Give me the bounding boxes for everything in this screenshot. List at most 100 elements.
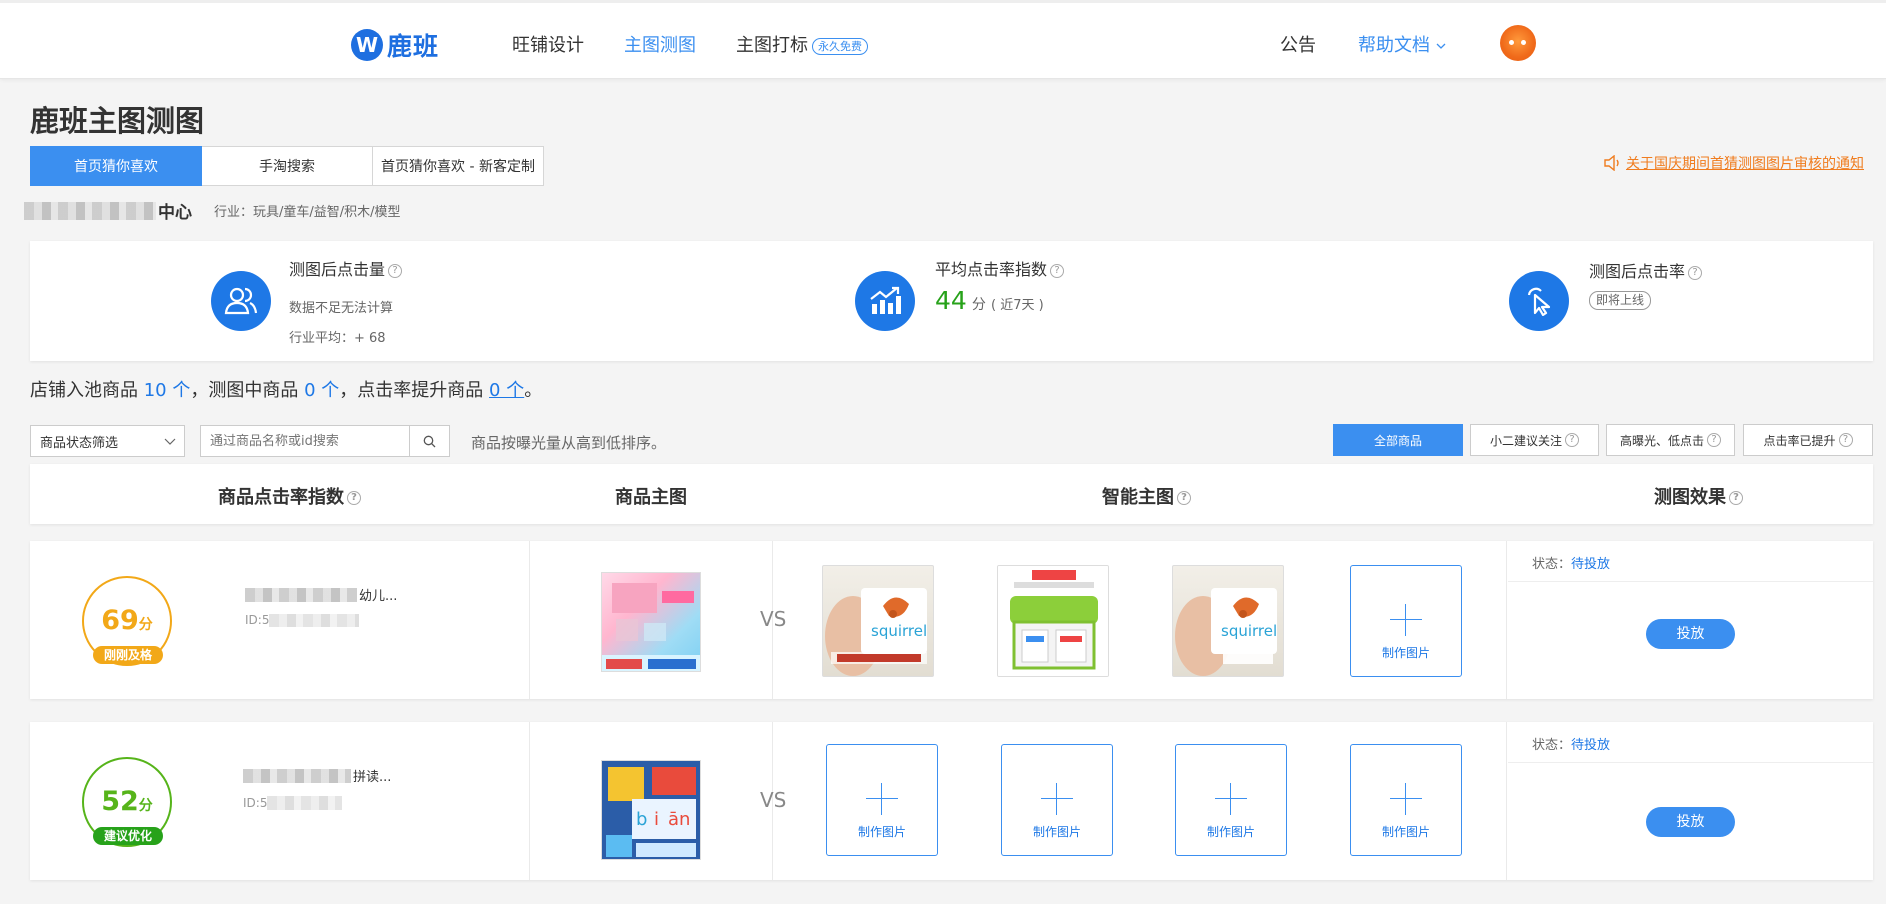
help-icon[interactable]: ? [388, 263, 403, 278]
holiday-notice-link[interactable]: 关于国庆期间首猜测图图片审核的通知 [1603, 153, 1864, 173]
status-filter-select[interactable]: 商品状态筛选 [30, 425, 185, 457]
user-avatar[interactable] [1500, 25, 1536, 61]
score-circle: 52分 建议优化 [82, 757, 172, 847]
product-search [200, 425, 450, 457]
tab-home-guess-new[interactable]: 首页猜你喜欢 - 新客定制 [373, 146, 544, 186]
filter-ctr-improved-label: 点击率已提升 [1763, 433, 1836, 448]
search-icon [423, 435, 436, 447]
image-thumbnail [602, 583, 700, 671]
stat-clicks-title: 测图后点击量? [289, 256, 403, 280]
smart-image-2[interactable] [997, 565, 1109, 677]
smart-image-3[interactable]: squirrel [1172, 565, 1284, 677]
app-logo[interactable]: W 鹿班 [351, 27, 439, 63]
product-id-prefix: ID:5 [245, 613, 270, 627]
plus-icon [1390, 783, 1422, 815]
status-text: 状态：待投放 [1532, 734, 1610, 753]
stat-clicks-line2: 行业平均：+ 68 [289, 331, 386, 346]
make-image-label: 制作图片 [857, 825, 906, 839]
help-icon[interactable]: ? [347, 491, 361, 505]
make-image-button[interactable]: 制作图片 [1350, 565, 1462, 677]
nav-image-test[interactable]: 主图测图 [624, 31, 696, 57]
score-circle: 69分 刚刚及格 [82, 576, 172, 666]
help-icon[interactable]: ? [1707, 433, 1721, 447]
product-id: ID:5 [243, 796, 343, 810]
pool-count-link[interactable]: 10 个 [144, 380, 191, 401]
image-thumbnail [998, 566, 1108, 676]
nav-help-docs[interactable]: 帮助文档 [1358, 31, 1446, 57]
row-divider [529, 541, 530, 699]
filter-all-products[interactable]: 全部商品 [1333, 424, 1463, 456]
row-divider [529, 722, 530, 880]
tab-home-guess[interactable]: 首页猜你喜欢 [30, 146, 202, 186]
filter-ctr-improved[interactable]: 点击率已提升? [1743, 424, 1873, 456]
filter-recommended[interactable]: 小二建议关注? [1470, 424, 1599, 456]
smart-image-1[interactable]: squirrel [822, 565, 934, 677]
plus-icon [1041, 783, 1073, 815]
make-image-button[interactable]: 制作图片 [826, 744, 938, 856]
plus-icon [1215, 783, 1247, 815]
make-image-label: 制作图片 [1206, 825, 1255, 839]
chart-up-icon [855, 271, 915, 331]
vs-label: VS [760, 788, 787, 812]
image-thumbnail: squirrel [1175, 588, 1277, 676]
nav-image-label-text: 主图打标 [736, 35, 808, 56]
image-thumbnail: squirrel [825, 588, 927, 676]
row-divider [1506, 541, 1507, 699]
score-value: 52 [101, 786, 139, 817]
stat-avg-value: 44 [935, 286, 967, 315]
score-badge: 刚刚及格 [93, 646, 163, 664]
stat-clicks-line1: 数据不足无法计算 [289, 301, 394, 316]
filter-high-exposure[interactable]: 高曝光、低点击? [1606, 424, 1735, 456]
help-icon[interactable]: ? [1177, 491, 1191, 505]
col-smart-image-label: 智能主图 [1102, 487, 1174, 508]
summary-text-3: ，点击率提升商品 [339, 380, 490, 401]
col-ctr-index: 商品点击率指数? [218, 483, 361, 509]
search-input[interactable] [201, 426, 409, 456]
shop-industry: 行业：玩具/童车/益智/积木/模型 [214, 205, 401, 220]
help-icon[interactable]: ? [1729, 491, 1743, 505]
stat-avg-title-text: 平均点击率指数 [935, 260, 1048, 279]
score-badge: 建议优化 [93, 827, 163, 845]
help-docs-label: 帮助文档 [1358, 35, 1430, 56]
product-id-redacted [269, 613, 360, 627]
product-name-redacted [243, 768, 351, 783]
col-main-image: 商品主图 [615, 487, 687, 508]
tab-mobile-search[interactable]: 手淘搜索 [202, 146, 373, 186]
nav-announcement[interactable]: 公告 [1280, 31, 1316, 57]
search-button[interactable] [409, 426, 449, 456]
help-icon[interactable]: ? [1050, 263, 1065, 278]
deploy-button[interactable]: 投放 [1646, 807, 1735, 837]
channel-tabs: 首页猜你喜欢 手淘搜索 首页猜你喜欢 - 新客定制 [30, 146, 544, 186]
stat-avg-value-group: 44 分 ( 近7天 ) [935, 286, 1044, 315]
col-test-effect-label: 测图效果 [1654, 487, 1726, 508]
col-test-effect: 测图效果? [1654, 483, 1743, 509]
deploy-button[interactable]: 投放 [1646, 619, 1735, 649]
plus-icon [1390, 604, 1422, 636]
notice-text: 关于国庆期间首猜测图图片审核的通知 [1626, 156, 1864, 172]
make-image-button[interactable]: 制作图片 [1175, 744, 1287, 856]
filter-high-exposure-label: 高曝光、低点击 [1619, 433, 1704, 448]
product-name[interactable]: 幼儿... [245, 585, 397, 604]
improved-count-link[interactable]: 0 个 [489, 380, 524, 401]
product-name[interactable]: 拼读... [243, 766, 391, 785]
product-main-image[interactable]: b i ān [601, 760, 701, 860]
product-name-redacted [245, 587, 357, 602]
shop-info: 中心 行业：玩具/童车/益智/积木/模型 [24, 198, 401, 223]
help-icon[interactable]: ? [1688, 265, 1703, 280]
summary-text-1: 店铺入池商品 [30, 380, 144, 401]
nav-shop-design[interactable]: 旺铺设计 [512, 31, 584, 57]
help-icon[interactable]: ? [1565, 433, 1579, 447]
col-ctr-index-label: 商品点击率指数 [218, 487, 344, 508]
product-id-redacted [267, 796, 343, 810]
testing-count-link[interactable]: 0 个 [304, 380, 339, 401]
coming-soon-tag: 即将上线 [1589, 291, 1652, 310]
help-icon[interactable]: ? [1838, 433, 1853, 447]
product-main-image[interactable] [601, 572, 701, 672]
svg-text:b: b [636, 809, 647, 830]
make-image-button[interactable]: 制作图片 [1001, 744, 1113, 856]
nav-image-label[interactable]: 主图打标 永久免费 [736, 31, 868, 57]
summary-line: 店铺入池商品 10 个，测图中商品 0 个，点击率提升商品 0 个。 [30, 376, 542, 402]
sort-hint: 商品按曝光量从高到低排序。 [471, 434, 667, 452]
table-header: 商品点击率指数? 商品主图 智能主图? 测图效果? [30, 464, 1873, 524]
make-image-button[interactable]: 制作图片 [1350, 744, 1462, 856]
